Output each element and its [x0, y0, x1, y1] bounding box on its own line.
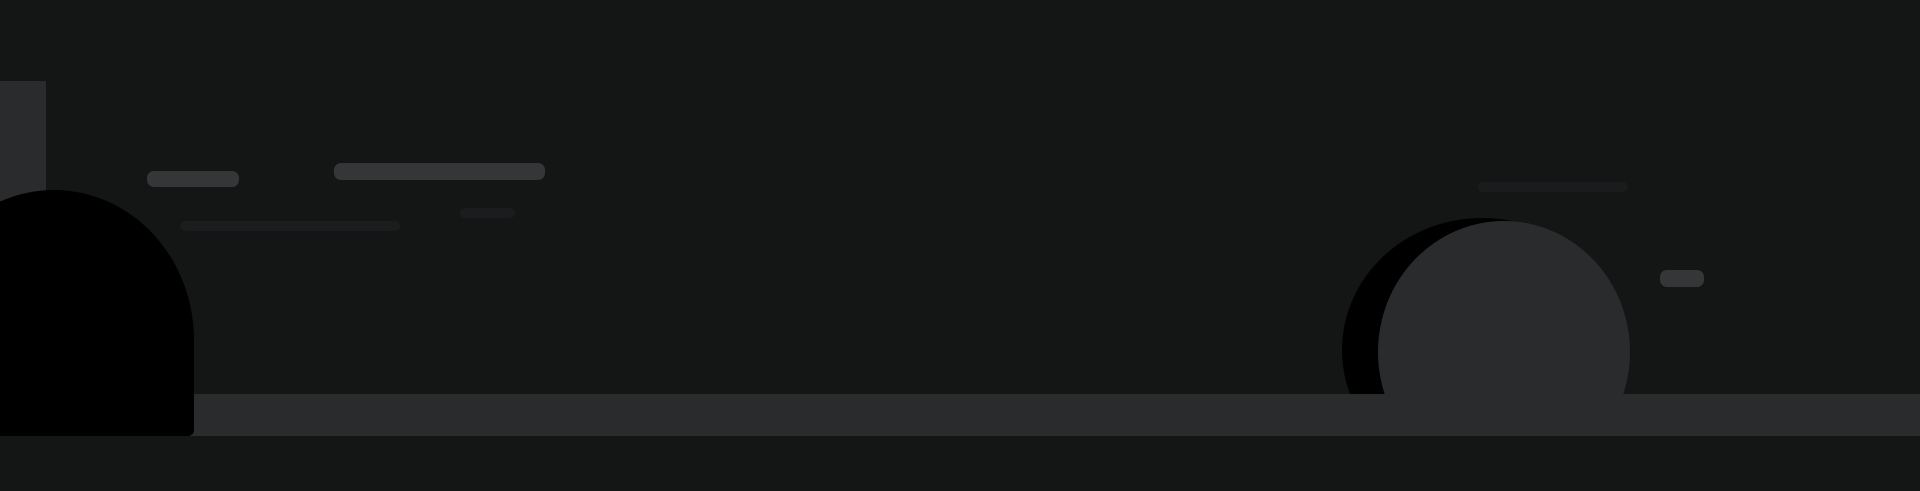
- long-placeholder-bar: [334, 163, 545, 180]
- left-silhouette-dome: [0, 190, 194, 436]
- bottom-band-overlay: [1342, 394, 1642, 436]
- short-placeholder-bar: [147, 171, 239, 187]
- faint-right-hint-bar: [1478, 182, 1628, 192]
- lower-background-strip: [0, 436, 1920, 491]
- small-placeholder-pill: [1660, 270, 1704, 287]
- left-vertical-panel: [0, 81, 46, 201]
- loading-skeleton-scene: [0, 0, 1920, 491]
- faint-placeholder-bar: [180, 221, 400, 231]
- faint-placeholder-bar-small: [460, 208, 515, 218]
